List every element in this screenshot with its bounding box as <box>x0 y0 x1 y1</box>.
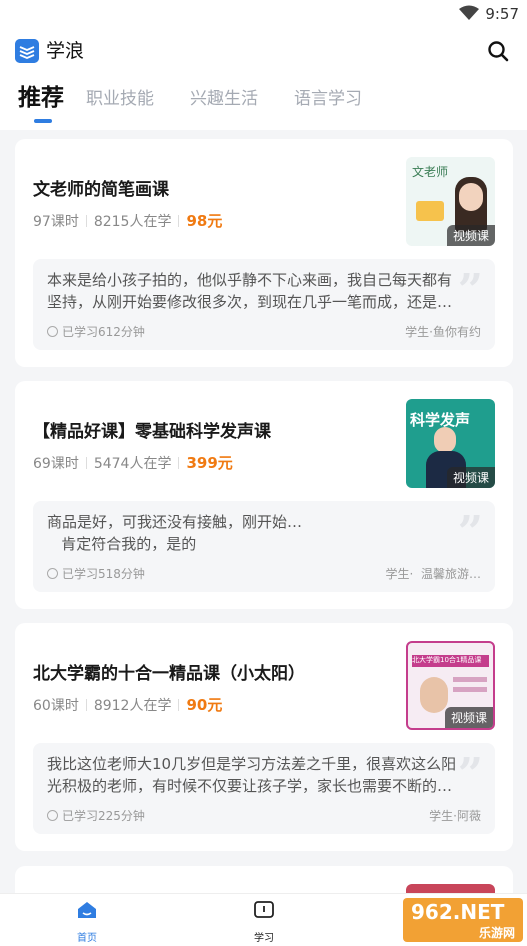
course-price: 399元 <box>186 454 233 472</box>
review-footer: 已学习225分钟 学生·阿薇 <box>47 807 481 824</box>
review-box: ” 商品是好，可我还没有接触，刚开始… 肯定符合我的，是的 已学习518分钟 学… <box>33 501 495 592</box>
learner-count: 5474人在学 <box>93 456 172 472</box>
tab-recommend[interactable]: 推荐 <box>18 78 64 112</box>
watermark-sub: 乐游网 <box>478 926 515 940</box>
active-tab-indicator <box>34 119 52 123</box>
learner-count: 8912人在学 <box>93 698 172 714</box>
app-bar: 学浪 <box>0 30 527 72</box>
course-meta: 60课时 8912人在学 90元 <box>33 694 222 715</box>
clock-icon <box>47 326 58 337</box>
course-title: 北大学霸的十合一精品课（小太阳） <box>33 664 305 684</box>
watermark-brand: 962.NET <box>411 900 505 924</box>
tab-career-skills[interactable]: 职业技能 <box>86 84 154 109</box>
app-name: 学浪 <box>46 40 85 62</box>
course-meta: 97课时 8215人在学 98元 <box>33 210 222 231</box>
tab-language[interactable]: 语言学习 <box>294 84 362 109</box>
course-thumbnail[interactable]: 北大学霸10合1精品课 视频课 <box>406 641 495 730</box>
video-course-badge: 视频课 <box>444 707 493 728</box>
wifi-icon <box>459 5 479 20</box>
search-icon[interactable] <box>487 40 509 62</box>
study-duration: 已学习518分钟 <box>62 567 145 581</box>
status-time: 9:57 <box>485 5 519 23</box>
course-meta: 69课时 5474人在学 399元 <box>33 452 233 473</box>
status-bar: 9:57 <box>0 0 527 30</box>
course-title: 【精品好课】零基础科学发声课 <box>33 422 271 442</box>
review-footer: 已学习518分钟 学生· 温馨旅游… <box>47 565 481 582</box>
course-price: 90元 <box>186 696 223 714</box>
course-card[interactable]: 文老师的简笔画课 97课时 8215人在学 98元 文老师 视频课 ” 本来是给小孩… <box>15 139 513 367</box>
course-thumbnail[interactable]: 科学发声 视频课 <box>406 399 495 488</box>
review-box: ” 本来是给小孩子拍的，他似乎静不下心来画，我自己每天都有 坚持，从刚开始要修改… <box>33 259 495 350</box>
category-tabs: 推荐 职业技能 兴趣生活 语言学习 <box>0 72 527 130</box>
video-course-badge: 视频课 <box>446 467 495 488</box>
nav-home-label: 首页 <box>77 933 97 944</box>
nav-home[interactable]: 首页 <box>57 900 117 944</box>
lesson-count: 60课时 <box>33 698 79 714</box>
study-duration: 已学习225分钟 <box>62 809 145 823</box>
review-text: 商品是好，可我还没有接触，刚开始… 肯定符合我的，是的 <box>47 513 303 553</box>
course-thumbnail[interactable]: 文老师 视频课 <box>406 157 495 246</box>
review-text: 我比这位老师大10几岁但是学习方法差之千里，很喜欢这么阳 光积极的老师，有时候不… <box>47 755 457 795</box>
review-author: 学生·鱼你有约 <box>405 325 481 339</box>
nav-study-label: 学习 <box>254 933 274 944</box>
course-title: 文老师的简笔画课 <box>33 180 169 200</box>
course-price: 98元 <box>186 212 223 230</box>
review-text: 本来是给小孩子拍的，他似乎静不下心来画，我自己每天都有 坚持，从刚开始要修改很多… <box>47 271 453 311</box>
course-card[interactable]: 北大学霸的十合一精品课（小太阳） 60课时 8912人在学 90元 北大学霸10合1… <box>15 623 513 851</box>
clock-icon <box>47 810 58 821</box>
review-footer: 已学习612分钟 学生·鱼你有约 <box>47 323 481 340</box>
review-box: ” 我比这位老师大10几岁但是学习方法差之千里，很喜欢这么阳 光积极的老师，有时… <box>33 743 495 834</box>
review-author: 学生· 温馨旅游… <box>385 567 481 581</box>
home-icon <box>78 902 96 918</box>
app-logo-icon <box>15 39 39 63</box>
lesson-count: 97课时 <box>33 214 79 230</box>
site-watermark: 962.NET 乐游网 <box>403 898 523 942</box>
course-card[interactable]: 【精品好课】零基础科学发声课 69课时 5474人在学 399元 科学发声 视频课 … <box>15 381 513 609</box>
review-author: 学生·阿薇 <box>429 809 481 823</box>
nav-study[interactable]: 学习 <box>234 900 294 944</box>
lesson-count: 69课时 <box>33 456 79 472</box>
clock-icon <box>47 568 58 579</box>
study-duration: 已学习612分钟 <box>62 325 145 339</box>
learner-count: 8215人在学 <box>93 214 172 230</box>
study-icon <box>254 901 274 918</box>
tab-hobby-life[interactable]: 兴趣生活 <box>190 84 258 109</box>
video-course-badge: 视频课 <box>446 225 495 246</box>
